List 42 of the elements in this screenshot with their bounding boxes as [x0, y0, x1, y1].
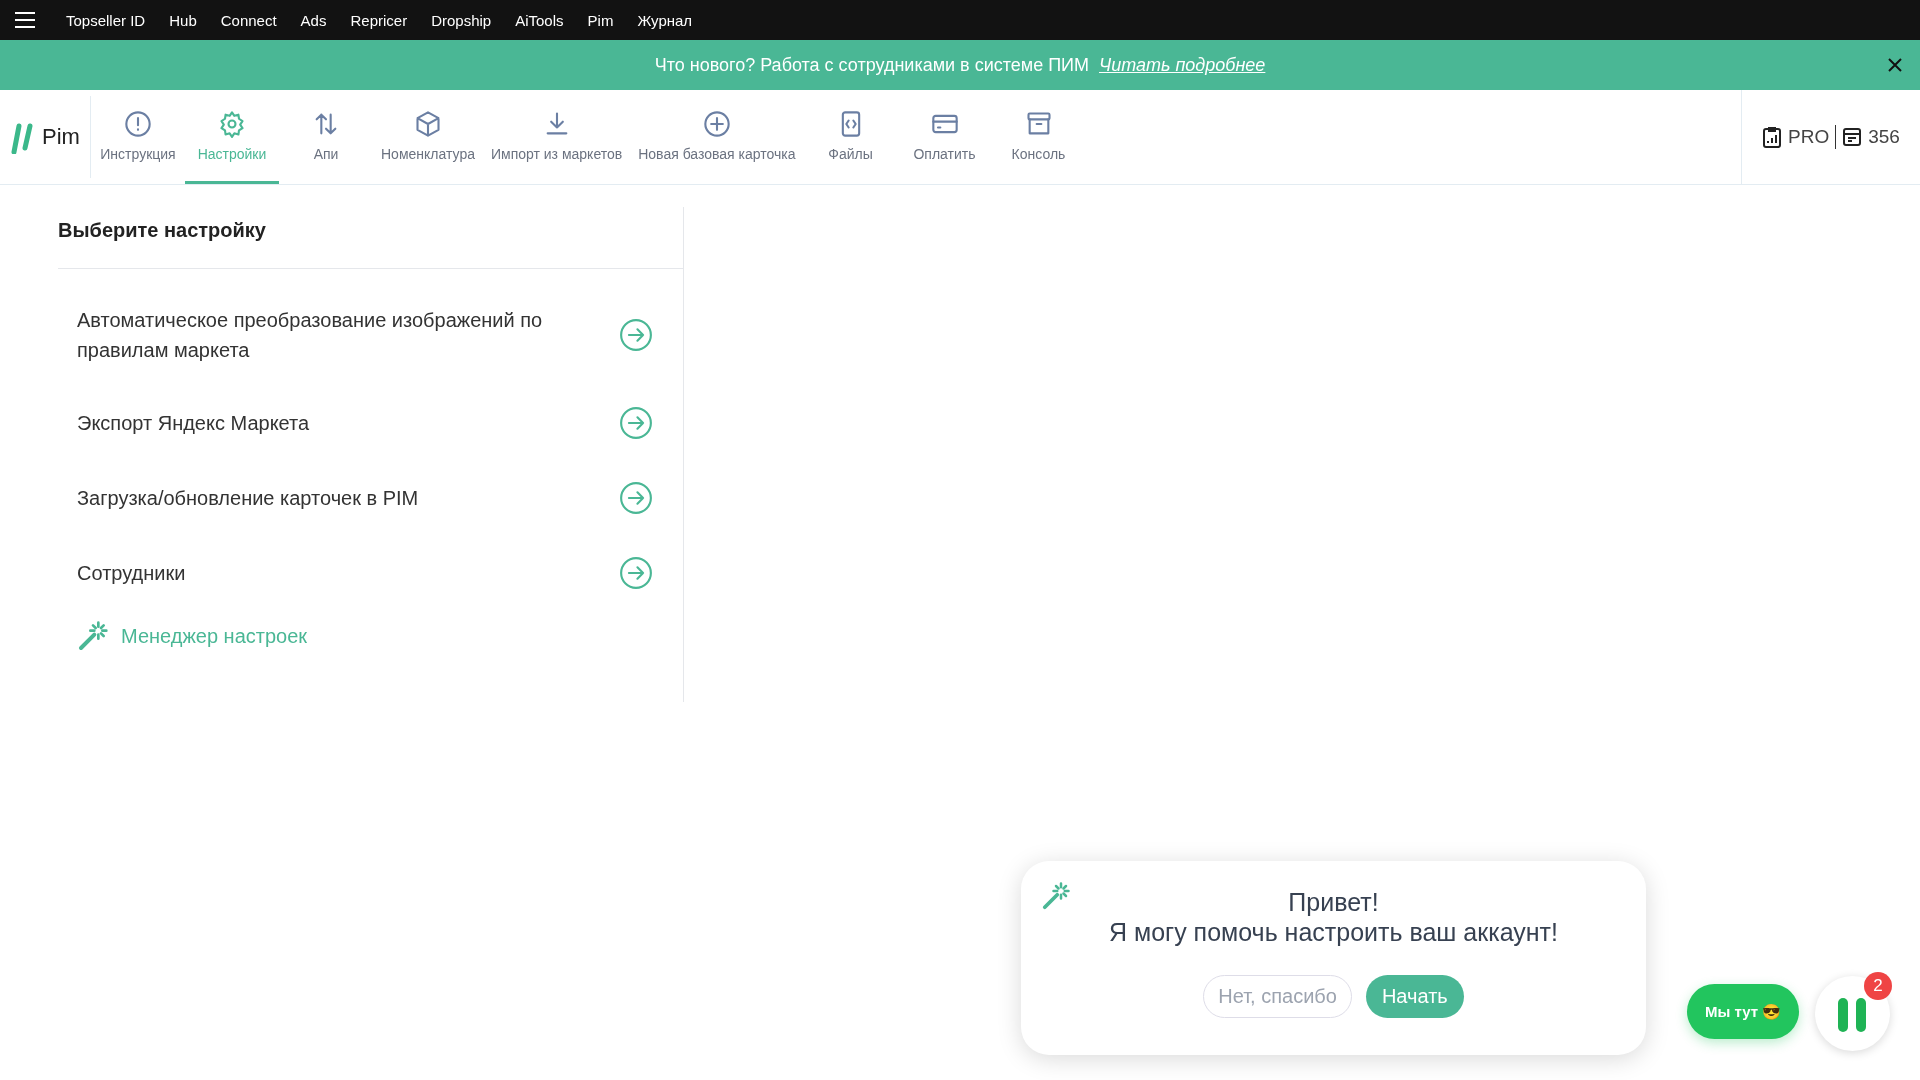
cube-icon	[413, 109, 442, 138]
nav-tab[interactable]: Файлы	[803, 90, 898, 184]
nav-tab[interactable]: Инструкция	[91, 90, 185, 184]
nav-tab[interactable]: Апи	[279, 90, 373, 184]
arrow-right-circle-icon[interactable]	[619, 405, 653, 440]
magic-wand-icon	[77, 620, 109, 652]
nav-tab[interactable]: Новая базовая карточка	[630, 90, 804, 184]
panel-title: Выберите настройку	[58, 207, 683, 269]
top-menu-item[interactable]: Pim	[587, 11, 614, 29]
clipboard-chart-icon	[1762, 126, 1783, 148]
arrow-right-circle-icon[interactable]	[619, 318, 653, 352]
menu-icon[interactable]	[14, 11, 36, 29]
app-logo-text: Pim	[42, 124, 80, 150]
notification-badge: 2	[1864, 972, 1892, 1000]
assistant-message: Привет! Я могу помочь настроить ваш аккаунт!	[1108, 887, 1559, 947]
banner-text: Что нового? Работа с сотрудниками в системе ПИМ	[654, 54, 1089, 76]
alert-circle-icon	[124, 109, 152, 138]
count-label: 356	[1868, 126, 1900, 148]
nav-tab[interactable]: Номенклатура	[373, 90, 483, 184]
plan-label: PRO	[1788, 126, 1830, 148]
top-menu-item[interactable]: Dropship	[431, 11, 492, 29]
nav-tab[interactable]: Консоль	[991, 90, 1086, 184]
top-menu-item[interactable]: Hub	[169, 11, 197, 29]
calendar-icon	[1842, 127, 1863, 147]
plus-circle-icon	[702, 109, 731, 138]
top-menu-item[interactable]: AiTools	[515, 11, 564, 29]
setting-item[interactable]: Автоматическое преобразование изображений по правилам маркета	[77, 305, 617, 365]
magic-wand-icon	[1041, 881, 1071, 911]
nav-tab[interactable]: Оплатить	[897, 90, 992, 184]
setting-item[interactable]: Сотрудники	[77, 557, 186, 588]
gear-icon	[218, 109, 246, 138]
setting-item[interactable]: Экспорт Яндекс Маркета	[77, 407, 310, 438]
top-menu-item[interactable]: Connect	[220, 11, 277, 29]
setting-item[interactable]: Загрузка/обновление карточек в PIM	[77, 482, 419, 513]
close-icon[interactable]	[1888, 58, 1902, 72]
nav-tab[interactable]: Импорт из маркетов	[482, 90, 631, 184]
top-menu-item[interactable]: Ads	[300, 11, 327, 29]
arrow-right-circle-icon[interactable]	[619, 480, 653, 515]
top-menu-item[interactable]: Topseller ID	[66, 11, 146, 29]
top-menu-item[interactable]: Журнал	[637, 11, 693, 29]
arrow-right-circle-icon[interactable]	[619, 555, 653, 590]
top-menu-item[interactable]: Repricer	[350, 11, 408, 29]
